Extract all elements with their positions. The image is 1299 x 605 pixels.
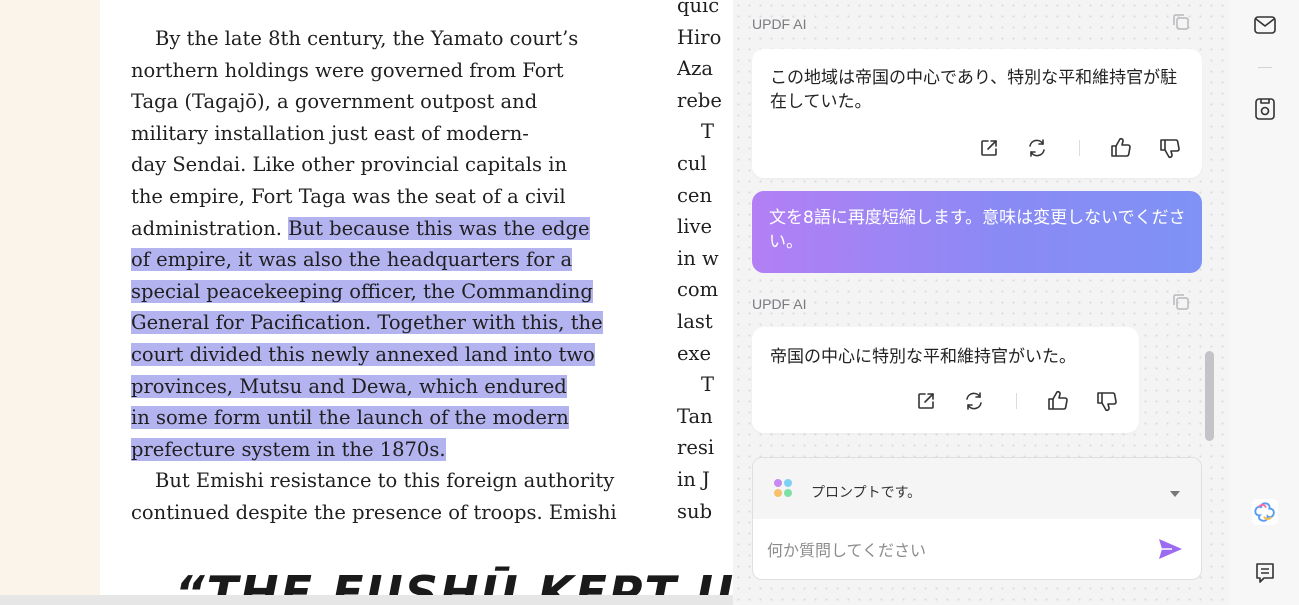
text-line: in some form until the launch of the mod… xyxy=(131,402,651,434)
ask-input[interactable] xyxy=(767,538,1147,562)
text-line: in w xyxy=(677,246,719,270)
rail-divider xyxy=(1258,67,1272,68)
text-line: rebe xyxy=(677,88,722,112)
text-line: But Emishi resistance to this foreign au… xyxy=(155,469,615,493)
text-line: quic xyxy=(677,0,720,17)
regenerate-icon[interactable] xyxy=(961,388,987,414)
pdf-page: By the late 8th century, the Yamato cour… xyxy=(100,0,733,595)
share-icon[interactable] xyxy=(976,135,1002,161)
text-line: cul xyxy=(677,151,707,175)
text-segment: administration. xyxy=(131,216,289,240)
chat-scrollbar[interactable] xyxy=(1205,351,1214,441)
text-line: sub xyxy=(677,499,713,523)
copy-icon[interactable] xyxy=(1171,292,1191,312)
text-line: of empire, it was also the headquarters … xyxy=(131,244,651,276)
highlighted-text[interactable]: General for Pacification. Together with … xyxy=(131,311,603,335)
prompt-dots-icon xyxy=(772,477,796,501)
thumbs-down-icon[interactable] xyxy=(1094,388,1120,414)
thumbs-up-icon[interactable] xyxy=(1108,135,1134,161)
share-icon[interactable] xyxy=(913,388,939,414)
updf-ai-logo-icon[interactable] xyxy=(1252,499,1278,525)
highlighted-text[interactable]: of empire, it was also the headquarters … xyxy=(131,248,573,272)
text-line: northern holdings were governed from For… xyxy=(131,58,564,82)
text-line: Tan xyxy=(677,404,713,428)
text-line: Hiro xyxy=(677,25,722,49)
chevron-down-icon[interactable] xyxy=(1169,484,1181,497)
text-line: General for Pacification. Together with … xyxy=(131,307,651,339)
highlighted-text[interactable]: provinces, Mutsu and Dewa, which endured xyxy=(131,374,567,398)
copy-icon[interactable] xyxy=(1171,12,1191,32)
text-line: exe xyxy=(677,341,712,365)
highlighted-text[interactable]: But because this was the edge xyxy=(288,216,590,240)
action-divider xyxy=(1016,393,1017,409)
right-toolbar xyxy=(1230,0,1299,605)
text-line: T xyxy=(701,120,715,144)
text-line: T xyxy=(701,373,715,397)
viewer-bottom-edge xyxy=(0,595,733,605)
thumbs-up-icon[interactable] xyxy=(1045,388,1071,414)
ai-sender-label: UPDF AI xyxy=(752,296,807,312)
prompt-selector[interactable]: プロンプトです。 xyxy=(753,458,1201,519)
text-column-left: By the late 8th century, the Yamato cour… xyxy=(131,23,651,529)
text-line: the empire, Fort Taga was the seat of a … xyxy=(131,184,566,208)
thumbs-down-icon[interactable] xyxy=(1157,135,1183,161)
text-line: live xyxy=(677,215,713,239)
prompt-label: プロンプトです。 xyxy=(811,485,922,501)
text-line: in J xyxy=(677,467,710,491)
text-line: day Sendai. Like other provincial capita… xyxy=(131,153,567,177)
ai-message-text: 帝国の中心に特別な平和維持官がいた。 xyxy=(770,347,1076,367)
highlighted-text[interactable]: special peacekeeping officer, the Comman… xyxy=(131,279,593,303)
send-icon[interactable] xyxy=(1156,536,1184,562)
text-line: special peacekeeping officer, the Comman… xyxy=(131,276,651,308)
user-message-bubble: 文を8語に再度短縮します。意味は変更しないでください。 xyxy=(752,191,1202,273)
text-line: cen xyxy=(677,183,713,207)
comment-icon[interactable] xyxy=(1252,560,1278,586)
text-line: last xyxy=(677,309,713,333)
save-icon[interactable] xyxy=(1252,96,1278,122)
text-line: resi xyxy=(677,436,715,460)
text-column-right: quic Hiro Aza rebe T cul cen live in w c… xyxy=(677,0,733,527)
highlighted-text[interactable]: in some form until the launch of the mod… xyxy=(131,406,569,430)
ai-sender-label: UPDF AI xyxy=(752,16,807,32)
text-line: court divided this newly annexed land in… xyxy=(131,339,651,371)
ai-message-bubble: 帝国の中心に特別な平和維持官がいた。 xyxy=(752,327,1139,433)
highlighted-text[interactable]: court divided this newly annexed land in… xyxy=(131,342,595,366)
action-divider xyxy=(1079,140,1080,156)
ai-message-bubble: この地域は帝国の中心であり、特別な平和維持官が駐在していた。 xyxy=(752,49,1202,178)
text-line: military installation just east of moder… xyxy=(131,121,529,145)
section-heading: “THE FUSHŪ KEPT UP xyxy=(175,566,733,595)
text-line: continued despite the presence of troops… xyxy=(131,500,617,524)
text-line: com xyxy=(677,278,719,302)
regenerate-icon[interactable] xyxy=(1024,135,1050,161)
pdf-viewer: By the late 8th century, the Yamato cour… xyxy=(0,0,733,605)
ai-chat-panel: UPDF AI この地域は帝国の中心であり、特別な平和維持官が駐在していた。 文… xyxy=(733,0,1230,605)
text-line: provinces, Mutsu and Dewa, which endured xyxy=(131,371,651,403)
page-margin-left xyxy=(0,0,100,595)
highlighted-text[interactable]: prefecture system in the 1870s. xyxy=(131,437,446,461)
text-line: Taga (Tagajō), a government outpost and xyxy=(131,90,538,114)
mail-icon[interactable] xyxy=(1252,12,1278,38)
text-line: prefecture system in the 1870s. xyxy=(131,434,651,466)
text-line-mixed: administration. But because this was the… xyxy=(131,213,651,245)
chat-composer: プロンプトです。 xyxy=(752,457,1202,580)
text-line: Aza xyxy=(677,57,713,81)
text-line: By the late 8th century, the Yamato cour… xyxy=(155,27,579,50)
ai-message-text: この地域は帝国の中心であり、特別な平和維持官が駐在していた。 xyxy=(770,68,1178,112)
user-message-text: 文を8語に再度短縮します。意味は変更しないでください。 xyxy=(769,208,1186,252)
